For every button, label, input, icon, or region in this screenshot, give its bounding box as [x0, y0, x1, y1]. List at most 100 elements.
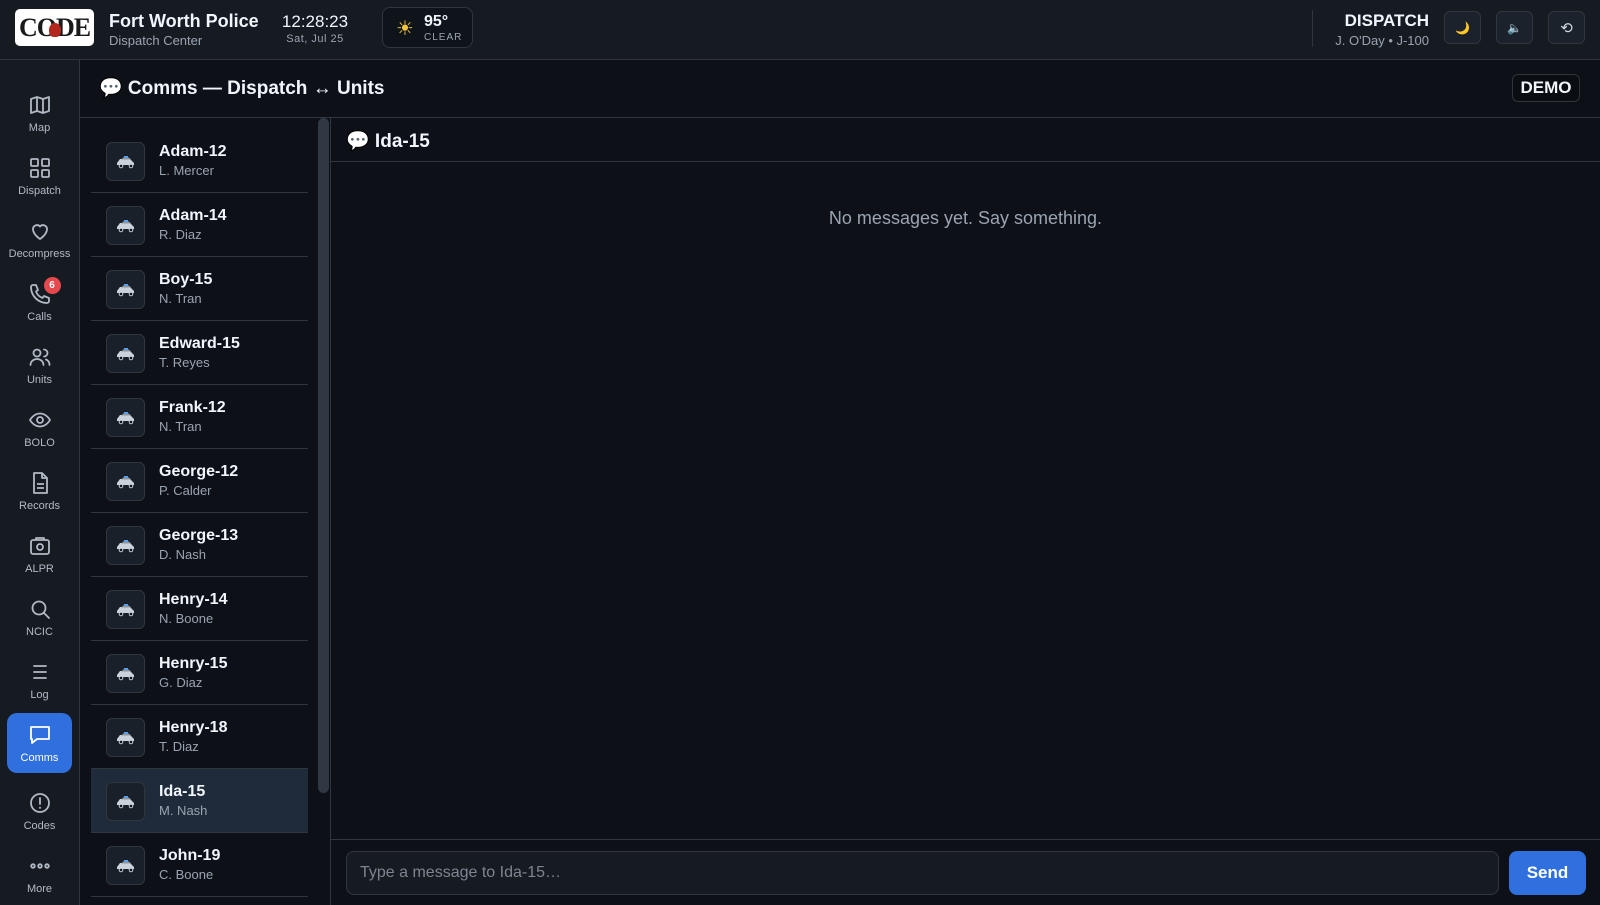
patrol-car-icon — [106, 270, 145, 309]
org-name: Fort Worth Police — [109, 11, 259, 31]
nav-item-log[interactable]: Log — [7, 650, 72, 710]
agency-logo: CODE — [15, 9, 94, 46]
role-block: DISPATCH J. O'Day • J-100 — [1335, 11, 1429, 48]
unit-callsign: George-13 — [159, 527, 239, 544]
nav-item-records[interactable]: Records — [7, 461, 72, 521]
send-button[interactable]: Send — [1509, 851, 1586, 895]
calls-count-badge: 6 — [43, 276, 61, 294]
reset-button[interactable]: ⟲ — [1548, 11, 1585, 44]
unit-list: Adam-12 L. Mercer Adam-14 R. Diaz Boy-15… — [91, 118, 308, 905]
unit-officer: P. Calder — [159, 483, 212, 498]
unit-row-selected[interactable]: Ida-15 M. Nash — [91, 769, 308, 833]
nav-label: Comms — [20, 751, 59, 764]
nav-label: Codes — [23, 819, 56, 832]
users-icon — [28, 345, 52, 369]
unit-callsign: Ida-15 — [159, 783, 206, 800]
nav-item-codes[interactable]: Codes — [7, 781, 72, 841]
role-user: J. O'Day • J-100 — [1335, 33, 1429, 48]
nav-item-ncic[interactable]: NCIC — [7, 587, 72, 647]
unit-officer: T. Diaz — [159, 739, 199, 754]
clock-date: Sat, Jul 25 — [286, 33, 344, 45]
header-divider — [1312, 10, 1313, 47]
grid-icon — [28, 156, 52, 180]
list-icon — [28, 660, 52, 684]
unit-officer: D. Nash — [159, 547, 206, 562]
patrol-car-icon — [106, 590, 145, 629]
patrol-car-icon — [106, 462, 145, 501]
unit-row[interactable]: Frank-12 N. Tran — [91, 385, 308, 449]
demo-badge: DEMO — [1512, 74, 1580, 102]
unit-row[interactable]: George-12 P. Calder — [91, 449, 308, 513]
patrol-car-icon — [106, 846, 145, 885]
file-icon — [28, 471, 52, 495]
weather-temp: 95° — [424, 13, 449, 30]
search-icon — [28, 597, 52, 621]
camera-icon — [28, 534, 52, 558]
nav-item-more[interactable]: More — [7, 844, 72, 904]
unit-officer: G. Diaz — [159, 675, 203, 690]
patrol-car-icon — [106, 718, 145, 757]
conversation-title: 💬 Ida-15 — [346, 131, 430, 152]
unit-officer: L. Mercer — [159, 163, 214, 178]
nav-item-alpr[interactable]: ALPR — [7, 524, 72, 584]
page-title: 💬 Comms — Dispatch ↔ Units — [99, 78, 385, 99]
nav-label: NCIC — [26, 625, 53, 638]
nav-item-decompress[interactable]: Decompress — [7, 209, 72, 269]
unit-row[interactable]: Adam-12 L. Mercer — [91, 129, 308, 193]
nav-label: Units — [26, 373, 53, 386]
unit-row[interactable]: Adam-14 R. Diaz — [91, 193, 308, 257]
nav-item-bolo[interactable]: BOLO — [7, 398, 72, 458]
nav-label: Map — [28, 121, 51, 134]
theme-toggle-button[interactable]: 🌙 — [1444, 11, 1481, 44]
patrol-car-icon — [106, 526, 145, 565]
nav-label: Records — [19, 499, 60, 512]
nav-label: Calls — [27, 310, 52, 323]
left-nav: Map Dispatch Decompress 6 Calls Units BO… — [0, 60, 80, 905]
nav-label: BOLO — [24, 436, 55, 449]
nav-label: Log — [30, 688, 49, 701]
unit-officer: N. Tran — [159, 419, 202, 434]
info-icon — [28, 791, 52, 815]
role-title: DISPATCH — [1344, 11, 1429, 30]
sound-toggle-button[interactable]: 🔈 — [1496, 11, 1533, 44]
unit-row[interactable]: John-19 C. Boone — [91, 833, 308, 897]
nav-label: Decompress — [8, 247, 71, 260]
nav-label: Dispatch — [18, 184, 61, 197]
nav-item-map[interactable]: Map — [7, 83, 72, 143]
nav-label: More — [26, 882, 53, 895]
unit-callsign: Edward-15 — [159, 335, 240, 352]
message-input[interactable] — [346, 851, 1499, 895]
unit-row[interactable]: Henry-15 G. Diaz — [91, 641, 308, 705]
unit-callsign: Adam-12 — [159, 143, 227, 160]
unit-row[interactable]: Edward-15 T. Reyes — [91, 321, 308, 385]
page-titlebar: 💬 Comms — Dispatch ↔ Units DEMO — [80, 60, 1600, 118]
unit-row[interactable]: Henry-18 T. Diaz — [91, 705, 308, 769]
unit-row[interactable]: George-13 D. Nash — [91, 513, 308, 577]
unit-callsign: Boy-15 — [159, 271, 213, 288]
weather-widget: ☀ 95° CLEAR — [382, 7, 473, 48]
sun-icon: ☀ — [396, 18, 414, 40]
unit-callsign: Frank-12 — [159, 399, 226, 416]
empty-conversation-text: No messages yet. Say something. — [828, 208, 1103, 228]
unit-callsign: John-19 — [159, 847, 221, 864]
unit-officer: R. Diaz — [159, 227, 202, 242]
nav-item-calls[interactable]: 6 Calls — [7, 272, 72, 332]
unit-callsign: Henry-15 — [159, 655, 228, 672]
unit-callsign: Adam-14 — [159, 207, 227, 224]
reset-icon: ⟲ — [1560, 19, 1573, 37]
unit-officer: N. Boone — [159, 611, 214, 626]
patrol-car-icon — [106, 206, 145, 245]
unit-row[interactable]: Boy-15 N. Tran — [91, 257, 308, 321]
conversation-header: 💬 Ida-15 — [331, 118, 1600, 162]
org-block: Fort Worth Police Dispatch Center — [109, 11, 259, 48]
clock-time: 12:28:23 — [281, 12, 349, 31]
unit-list-scrollbar[interactable] — [318, 118, 329, 793]
compose-bar: Send — [331, 839, 1600, 905]
nav-item-dispatch[interactable]: Dispatch — [7, 146, 72, 206]
unit-row[interactable]: Henry-14 N. Boone — [91, 577, 308, 641]
heart-icon — [28, 219, 52, 243]
nav-item-units[interactable]: Units — [7, 335, 72, 395]
phone-icon: 6 — [28, 276, 61, 306]
org-subtitle: Dispatch Center — [109, 33, 203, 48]
nav-item-comms[interactable]: Comms — [7, 713, 72, 773]
